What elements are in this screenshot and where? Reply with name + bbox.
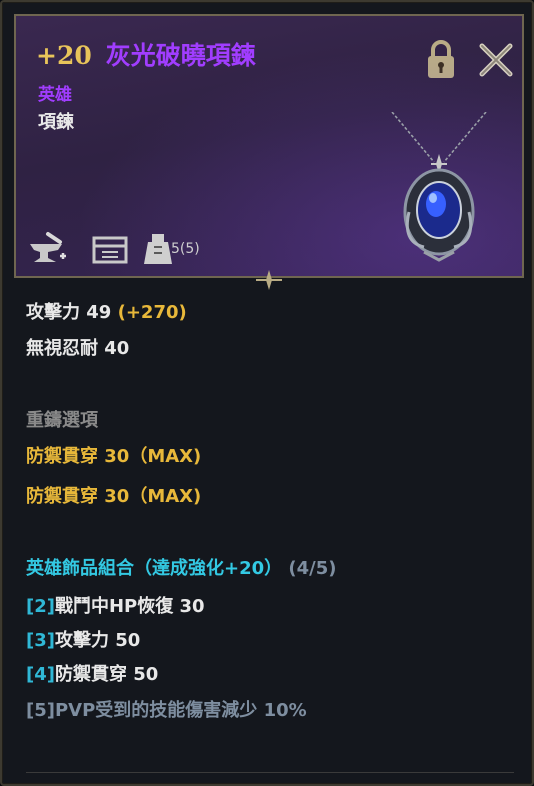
stat-ignore-resist: 無視忍耐 40 [26,338,130,359]
set-effect: 戰鬥中HP恢復 30 [54,596,205,617]
set-bonus-entry-inactive: [5]PVP受到的技能傷害減少 10% [26,696,307,722]
item-name: 灰光破曉項鍊 [105,41,256,70]
set-bonus-entry: [4]防禦貫穿 50 [26,660,158,686]
pendant-image [384,111,494,262]
item-title: +20 灰光破曉項鍊 [36,36,256,72]
reforge-option: 防禦貫穿 30（MAX) [26,446,202,467]
set-bonus-progress: (4/5) [288,558,337,579]
set-bonus-title: 英雄飾品組合（達成強化+20） [26,558,283,579]
set-effect: 攻擊力 50 [54,630,141,651]
set-effect: PVP受到的技能傷害減少 10% [54,700,307,721]
item-weight: 5(5) [171,241,200,257]
bottom-divider [26,772,514,773]
set-bonus-entry: [3]攻擊力 50 [26,626,140,652]
item-header: +20 灰光破曉項鍊 英雄 項鍊 5(5) [14,14,524,278]
set-tier: [2] [26,596,55,617]
item-type: 項鍊 [38,112,74,133]
storage-chest-icon [90,230,130,272]
lock-icon[interactable] [424,38,458,80]
reforge-option: 防禦貫穿 30（MAX) [26,486,202,507]
item-grade: 英雄 [38,85,72,105]
divider-ornament [256,270,282,290]
attack-bonus: (+270) [117,302,187,323]
set-tier: [3] [26,630,55,651]
set-tier: [5] [26,700,55,721]
attack-value: 攻擊力 49 [26,302,112,323]
enhance-level: +20 [36,41,92,70]
set-tier: [4] [26,664,55,685]
set-bonus-header: 英雄飾品組合（達成強化+20） (4/5) [26,554,337,580]
set-bonus-entry: [2]戰鬥中HP恢復 30 [26,592,205,618]
item-tooltip: +20 灰光破曉項鍊 英雄 項鍊 5(5) 攻擊力 49 (+270) 無視忍耐… [0,0,534,786]
stat-attack: 攻擊力 49 (+270) [26,298,187,324]
set-effect: 防禦貫穿 50 [54,664,159,685]
close-icon[interactable] [476,40,516,80]
reforge-header: 重鑄選項 [26,410,98,431]
smith-anvil-icon [26,230,70,272]
